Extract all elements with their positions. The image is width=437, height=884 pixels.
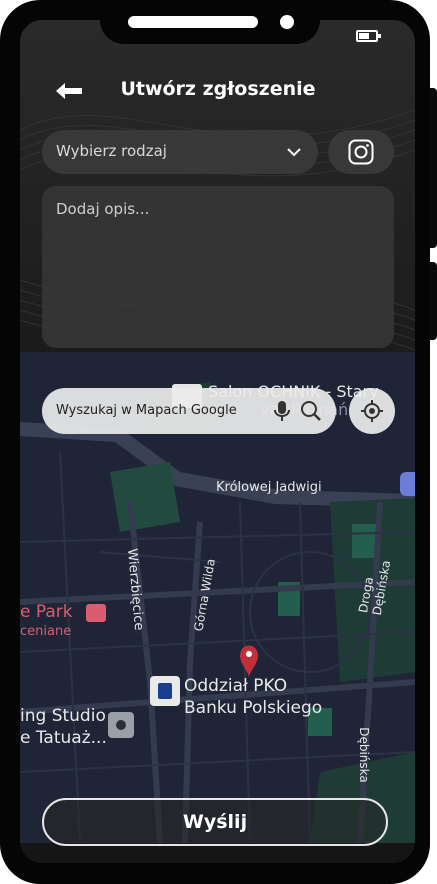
map-label-studio-1: ing Studio <box>20 706 106 726</box>
my-location-button[interactable] <box>349 388 395 434</box>
description-placeholder: Dodaj opis... <box>56 200 150 218</box>
instagram-button[interactable] <box>328 130 394 174</box>
description-textarea[interactable]: Dodaj opis... <box>42 186 394 348</box>
type-select[interactable]: Wybierz rodzaj <box>42 130 318 174</box>
map-label-debinska: Dębińska <box>356 727 371 783</box>
front-camera <box>280 15 294 29</box>
map-label-park-2: ceniane <box>20 624 72 639</box>
microphone-icon[interactable] <box>274 400 290 422</box>
map-label-pko-1: Oddział PKO <box>184 676 288 696</box>
map-search-placeholder: Wyszukaj w Mapach Google <box>56 403 237 418</box>
map-label-krolowej: Królowej Jadwigi <box>216 480 322 495</box>
crosshair-location-icon <box>361 400 383 422</box>
side-button-lower <box>429 262 437 340</box>
map-label-studio-2: e Tatuaż... <box>20 728 107 748</box>
page-title: Utwórz zgłoszenie <box>120 78 316 100</box>
back-arrow-icon[interactable] <box>54 80 84 102</box>
map-search-bar[interactable]: Wyszukaj w Mapach Google <box>42 388 336 434</box>
send-button-label: Wyślij <box>182 811 248 833</box>
search-icon[interactable] <box>300 400 322 422</box>
send-button[interactable]: Wyślij <box>42 798 388 846</box>
map-label-pko-2: Banku Polskiego <box>184 698 323 718</box>
speaker <box>128 16 258 28</box>
battery-icon <box>356 30 381 42</box>
type-select-label: Wybierz rodzaj <box>56 142 167 160</box>
side-button-upper <box>429 88 437 248</box>
chevron-down-icon <box>287 148 301 157</box>
instagram-icon <box>348 139 374 165</box>
map-label-park: e Park <box>20 602 73 622</box>
